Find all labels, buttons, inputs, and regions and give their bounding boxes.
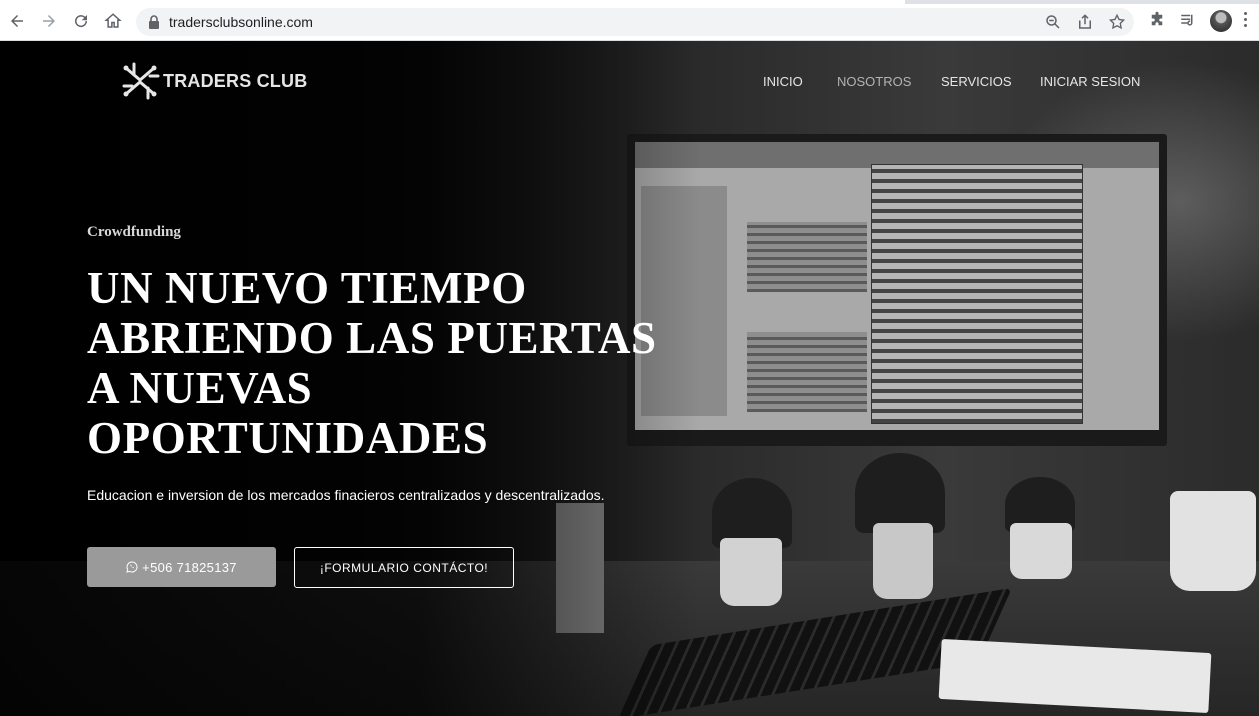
contact-form-label: ¡FORMULARIO CONTÁCTO! <box>319 560 489 575</box>
lock-icon <box>149 15 159 29</box>
whatsapp-icon <box>126 561 138 573</box>
background-mug <box>1170 491 1256 591</box>
share-icon[interactable] <box>1076 13 1094 31</box>
background-pot <box>720 538 782 606</box>
background-plant <box>855 453 945 533</box>
background-pot <box>873 523 933 599</box>
zoom-icon[interactable] <box>1044 13 1062 31</box>
media-icon[interactable] <box>1179 11 1197 29</box>
url-text: tradersclubsonline.com <box>169 14 313 30</box>
tab-strip-edge <box>0 0 1259 4</box>
back-icon[interactable] <box>6 10 28 32</box>
nav-nosotros[interactable]: NOSOTROS <box>837 74 911 89</box>
star-icon[interactable] <box>1108 13 1126 31</box>
address-bar[interactable]: tradersclubsonline.com <box>136 8 1134 36</box>
logo-text: TRADERS CLUB <box>163 70 308 91</box>
forward-icon[interactable] <box>38 10 60 32</box>
browser-toolbar: tradersclubsonline.com <box>0 0 1259 41</box>
whatsapp-phone-button[interactable]: +506 71825137 <box>87 547 276 587</box>
hero-section: TRADERS CLUB INICIO NOSOTROS SERVICIOS I… <box>0 41 1259 716</box>
hero-headline: UN NUEVO TIEMPO ABRIENDO LAS PUERTAS A N… <box>87 263 727 463</box>
hero-kicker: Crowdfunding <box>87 224 181 240</box>
headline-line: ABRIENDO LAS PUERTAS <box>87 313 657 363</box>
logo-icon <box>122 62 160 100</box>
headline-line: A NUEVAS <box>87 363 313 413</box>
extensions-icon[interactable] <box>1148 11 1166 29</box>
hero-subtitle: Educacion e inversion de los mercados fi… <box>87 487 605 503</box>
site-logo[interactable]: TRADERS CLUB <box>120 59 307 103</box>
headline-line: OPORTUNIDADES <box>87 413 489 463</box>
headline-line: UN NUEVO TIEMPO <box>87 263 527 313</box>
phone-number-label: +506 71825137 <box>142 559 237 575</box>
reload-icon[interactable] <box>70 10 92 32</box>
background-pot <box>1010 523 1072 579</box>
nav-inicio[interactable]: INICIO <box>763 74 803 89</box>
menu-icon[interactable] <box>1244 12 1248 30</box>
contact-form-button[interactable]: ¡FORMULARIO CONTÁCTO! <box>294 547 514 588</box>
home-icon[interactable] <box>102 10 124 32</box>
nav-iniciar-sesion[interactable]: INICIAR SESION <box>1040 74 1140 89</box>
nav-servicios[interactable]: SERVICIOS <box>941 74 1012 89</box>
profile-avatar[interactable] <box>1210 10 1232 32</box>
